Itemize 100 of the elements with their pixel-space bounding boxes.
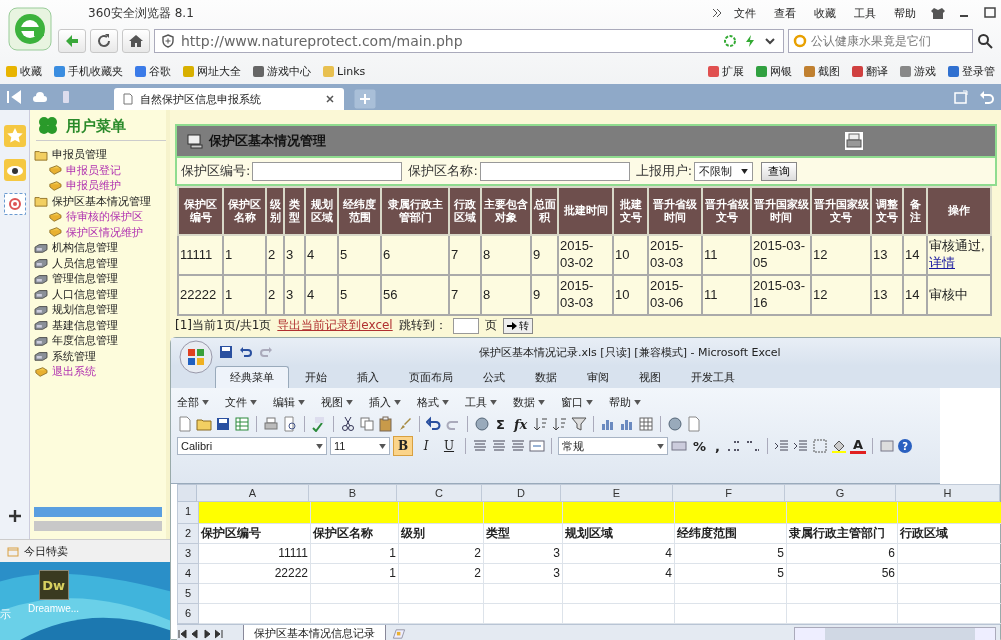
sheet-cell[interactable]: [484, 502, 563, 524]
close-icon[interactable]: [324, 93, 336, 105]
comma-button[interactable]: ,: [712, 438, 723, 454]
search-field[interactable]: 公认健康水果竟是它们: [788, 29, 973, 53]
indent-icon[interactable]: [793, 438, 809, 454]
bookmark-item[interactable]: 网址大全: [183, 63, 241, 79]
menu-item[interactable]: 申报员登记: [34, 162, 166, 178]
row-header[interactable]: 4: [177, 564, 199, 584]
sheet-cell[interactable]: 行政区域: [898, 524, 1001, 544]
bookmark-item[interactable]: 收藏: [6, 63, 42, 79]
sheet-cell[interactable]: 22222: [199, 564, 311, 584]
font-color-button[interactable]: A: [850, 438, 867, 454]
sheet-cell[interactable]: 规划区域: [563, 524, 675, 544]
page-icon[interactable]: [686, 416, 703, 432]
align-icon[interactable]: [491, 438, 507, 454]
row-header[interactable]: 6: [177, 604, 199, 624]
sheet-cell[interactable]: [199, 502, 311, 524]
new-sheet-icon[interactable]: [392, 627, 406, 640]
menu-item[interactable]: 数据: [513, 394, 545, 410]
indent-icon[interactable]: [774, 438, 790, 454]
search-engine-icon[interactable]: [793, 34, 807, 48]
number-format-dropdown[interactable]: 常规: [558, 437, 668, 455]
extension-item[interactable]: 翻译: [852, 63, 888, 79]
extension-item[interactable]: 游戏: [900, 63, 936, 79]
column-header[interactable]: H: [896, 484, 1000, 502]
sheet-cell[interactable]: 1: [311, 544, 399, 564]
menu-item[interactable]: 退出系统: [34, 364, 166, 380]
sheet-cell[interactable]: 隶属行政主管部门: [787, 524, 898, 544]
bookmark-item[interactable]: 谷歌: [135, 63, 171, 79]
row-header[interactable]: 3: [177, 544, 199, 564]
sheet-cell[interactable]: [199, 584, 311, 604]
sum-button[interactable]: Σ: [493, 416, 508, 432]
input-field[interactable]: [252, 161, 403, 181]
printer-icon[interactable]: [844, 131, 864, 151]
grid-icon[interactable]: [638, 416, 655, 432]
horizontal-scrollbar[interactable]: [794, 627, 996, 640]
sheet-cell[interactable]: [563, 584, 675, 604]
sheet-cell[interactable]: 3: [484, 544, 563, 564]
menu-item[interactable]: 编辑: [273, 394, 305, 410]
redo-icon[interactable]: [259, 345, 273, 359]
page-icon[interactable]: [177, 416, 193, 432]
sheet-cell[interactable]: 保护区编号: [199, 524, 311, 544]
sidebar-toggle-icon[interactable]: [6, 89, 22, 105]
scrollbar[interactable]: [34, 521, 162, 531]
sheet-cell[interactable]: 1: [311, 564, 399, 584]
eye-icon[interactable]: [2, 158, 27, 182]
address-bar[interactable]: http://www.natureprotect.com/main.php: [154, 29, 784, 53]
fill-color-icon[interactable]: [831, 438, 847, 454]
ribbon-tab[interactable]: 经典菜单: [215, 366, 289, 388]
sheet-cell[interactable]: [563, 502, 675, 524]
format-button[interactable]: U: [439, 436, 459, 456]
decimal-icon[interactable]: [726, 438, 742, 454]
menu-item[interactable]: 保护区基本情况管理: [34, 193, 166, 209]
ribbon-tab[interactable]: 数据: [521, 367, 571, 388]
ribbon-tab[interactable]: 开始: [291, 367, 341, 388]
menu-item[interactable]: 人口信息管理: [34, 286, 166, 302]
bookmark-item[interactable]: Links: [323, 64, 366, 78]
ribbon-tab[interactable]: 视图: [625, 367, 675, 388]
column-header[interactable]: F: [673, 484, 785, 502]
extension-item[interactable]: 截图: [804, 63, 840, 79]
menu-item[interactable]: 帮助: [609, 394, 641, 410]
scroll-thumb[interactable]: [825, 628, 975, 640]
clipboard-icon[interactable]: [378, 416, 394, 432]
sheet-cell[interactable]: [399, 584, 484, 604]
ribbon-tab[interactable]: 开发工具: [677, 367, 749, 388]
menu-item[interactable]: 格式: [417, 394, 449, 410]
new-tab-icon[interactable]: [354, 89, 376, 109]
ribbon-tab[interactable]: 插入: [343, 367, 393, 388]
sheet-cell[interactable]: [675, 502, 787, 524]
function-button[interactable]: fx: [510, 416, 531, 432]
sheet-tab[interactable]: 保护区基本情况信息记录: [243, 625, 386, 640]
sheet-cell[interactable]: 3: [484, 564, 563, 584]
export-link[interactable]: 导出当前记录到excel: [277, 317, 393, 334]
search-icon[interactable]: [977, 33, 993, 49]
menu-item[interactable]: 工具: [847, 5, 883, 21]
go-button[interactable]: 转: [502, 317, 533, 334]
sheet-cell[interactable]: [898, 502, 1001, 524]
menu-item[interactable]: 视图: [321, 394, 353, 410]
column-header[interactable]: A: [197, 484, 309, 502]
picture-tool-icon[interactable]: [879, 438, 896, 454]
ribbon-tab[interactable]: 页面布局: [395, 367, 467, 388]
font-size-dropdown[interactable]: 11: [330, 437, 390, 455]
column-header[interactable]: G: [785, 484, 896, 502]
sheet-cell[interactable]: [311, 584, 399, 604]
browser-tab[interactable]: 自然保护区信息申报系统: [114, 88, 344, 110]
sort-icon[interactable]: [533, 416, 550, 432]
menu-item[interactable]: 插入: [369, 394, 401, 410]
menu-item[interactable]: 基建信息管理: [34, 317, 166, 333]
lightning-icon[interactable]: [743, 34, 757, 48]
app-icon[interactable]: Dw: [38, 570, 69, 600]
input-field[interactable]: [479, 161, 630, 181]
page-input[interactable]: [452, 317, 479, 334]
filter-icon[interactable]: [571, 416, 588, 432]
sheet-cell[interactable]: [484, 584, 563, 604]
home-button[interactable]: [122, 29, 150, 53]
font-dropdown[interactable]: Calibri: [177, 437, 327, 455]
align-icon[interactable]: [510, 438, 526, 454]
sheet-cell[interactable]: [311, 502, 399, 524]
menu-item[interactable]: 管理信息管理: [34, 271, 166, 287]
menu-item[interactable]: 工具: [465, 394, 497, 410]
